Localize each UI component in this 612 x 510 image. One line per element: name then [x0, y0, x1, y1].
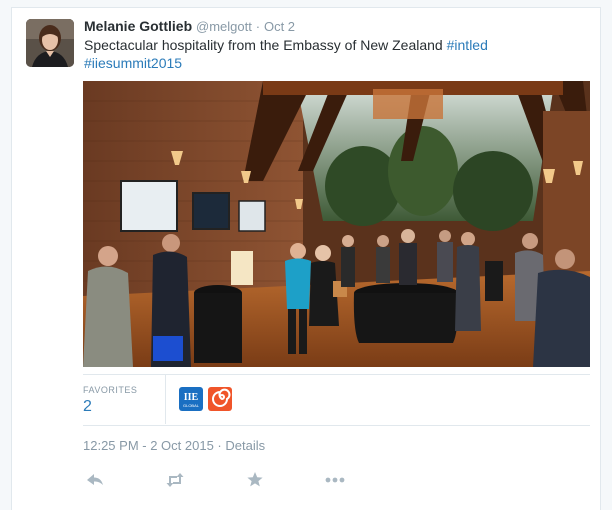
favorites-label: FAVORITES	[83, 385, 138, 395]
author-avatar[interactable]	[26, 19, 74, 67]
hashtag-intled[interactable]: #intled	[447, 37, 488, 53]
iie-global-logo-icon: IIE GLOBAL	[179, 387, 203, 411]
favoriter-avatar-spiral[interactable]	[208, 387, 232, 411]
hashtag-iiesummit2015[interactable]: #iiesummit2015	[84, 55, 182, 71]
iie-logo-text-top: IIE	[184, 392, 199, 403]
tweet-date[interactable]: Oct 2	[264, 19, 295, 34]
tweet-meta: 12:25 PM - 2 Oct 2015 · Details	[83, 438, 265, 453]
author-name[interactable]: Melanie Gottlieb	[84, 18, 192, 34]
tweet-actions	[83, 468, 383, 492]
tweet-text: Spectacular hospitality from the Embassy…	[84, 36, 584, 72]
favorites-count[interactable]: 2	[83, 398, 92, 416]
favorite-icon	[247, 472, 263, 487]
tweet-header: Melanie Gottlieb @melgott · Oct 2	[84, 17, 295, 36]
retweet-button[interactable]	[163, 468, 187, 492]
reply-button[interactable]	[83, 468, 107, 492]
favoriter-avatar-iie-global[interactable]: IIE GLOBAL	[179, 387, 203, 411]
tweet-timestamp[interactable]: 12:25 PM - 2 Oct 2015	[83, 438, 214, 453]
tweet-stats: FAVORITES 2 IIE GLOBAL	[83, 374, 590, 426]
stats-divider	[165, 375, 166, 424]
header-separator: ·	[255, 19, 261, 34]
tweet-card[interactable]: Melanie Gottlieb @melgott · Oct 2 Specta…	[11, 7, 601, 510]
more-button[interactable]	[323, 468, 347, 492]
reply-icon	[87, 474, 103, 485]
iie-logo-text-bottom: GLOBAL	[183, 403, 200, 408]
retweet-icon	[166, 473, 184, 487]
favorite-button[interactable]	[243, 468, 267, 492]
tweet-photo[interactable]	[83, 81, 590, 367]
details-link[interactable]: Details	[225, 438, 265, 453]
author-handle[interactable]: @melgott	[196, 19, 252, 34]
meta-separator: ·	[217, 438, 222, 453]
tweet-text-body: Spectacular hospitality from the Embassy…	[84, 37, 447, 53]
spiral-logo-icon	[208, 387, 232, 411]
more-icon	[325, 477, 345, 483]
